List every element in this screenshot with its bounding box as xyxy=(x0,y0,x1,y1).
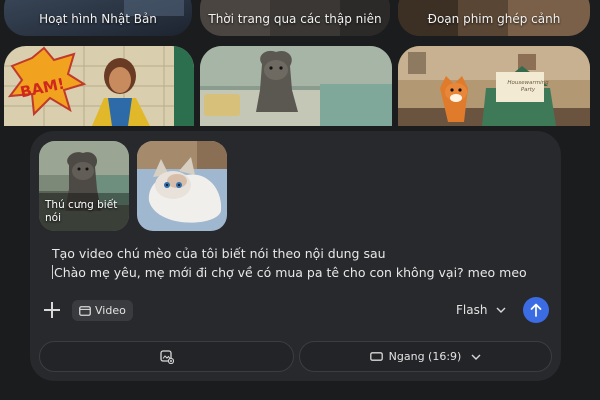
prompt-line-2-row: Chào mẹ yêu, mẹ mới đi chợ về có mua pa … xyxy=(52,263,552,282)
arrow-up-icon xyxy=(530,303,542,317)
text-caret xyxy=(52,265,53,279)
model-selector[interactable]: Flash xyxy=(456,303,506,317)
preset-card-anime[interactable]: Hoạt hình Nhật Bản xyxy=(4,0,192,36)
chevron-down-icon xyxy=(471,354,481,360)
add-to-scene-button[interactable] xyxy=(39,341,294,372)
attachment-talking-pet[interactable]: Thú cưng biết nói xyxy=(39,141,129,231)
thumbnail-comic[interactable]: BAM! xyxy=(4,46,194,126)
attachment-cat-photo-image xyxy=(137,141,227,231)
preset-card-anime-label: Hoạt hình Nhật Bản xyxy=(39,12,157,26)
video-mode-chip[interactable]: Video xyxy=(72,300,133,321)
send-button[interactable] xyxy=(523,297,549,323)
attachment-cat-photo[interactable] xyxy=(137,141,227,231)
thumbnail-fox-invite-caption: Housewarming Party xyxy=(507,80,549,93)
preset-card-fashion[interactable]: Thời trang qua các thập niên xyxy=(200,0,390,36)
prompt-composer: Thú cưng biết nói Tạo video chú mèo của … xyxy=(30,131,561,381)
aspect-ratio-label: Ngang (16:9) xyxy=(388,350,462,363)
preset-card-montage-label: Đoạn phim ghép cảnh xyxy=(427,12,561,26)
video-generator-screen: Hoạt hình Nhật Bản Thời trang qua các th… xyxy=(0,0,600,400)
thumbnail-dog-sofa[interactable] xyxy=(200,46,392,126)
video-icon xyxy=(79,305,91,316)
thumbnail-dog-sofa-image xyxy=(200,46,392,126)
preset-card-montage[interactable]: Đoạn phim ghép cảnh xyxy=(398,0,590,36)
chevron-down-icon xyxy=(496,307,506,313)
landscape-icon xyxy=(369,352,383,361)
aspect-ratio-selector[interactable]: Ngang (16:9) xyxy=(299,341,552,372)
add-icon[interactable] xyxy=(43,301,61,319)
prompt-input[interactable]: Tạo video chú mèo của tôi biết nói theo … xyxy=(52,244,552,282)
attachment-talking-pet-label: Thú cưng biết nói xyxy=(45,199,118,224)
prompt-line-1: Tạo video chú mèo của tôi biết nói theo … xyxy=(52,246,386,261)
model-selector-label: Flash xyxy=(456,303,488,317)
thumbnail-fox-invite-image xyxy=(398,46,590,126)
prompt-line-2: Chào mẹ yêu, mẹ mới đi chợ về có mua pa … xyxy=(54,265,527,280)
preset-card-fashion-label: Thời trang qua các thập niên xyxy=(208,12,382,26)
thumbnail-fox-invite[interactable]: Housewarming Party xyxy=(398,46,590,126)
image-add-icon xyxy=(159,349,174,364)
video-mode-label: Video xyxy=(95,304,126,317)
